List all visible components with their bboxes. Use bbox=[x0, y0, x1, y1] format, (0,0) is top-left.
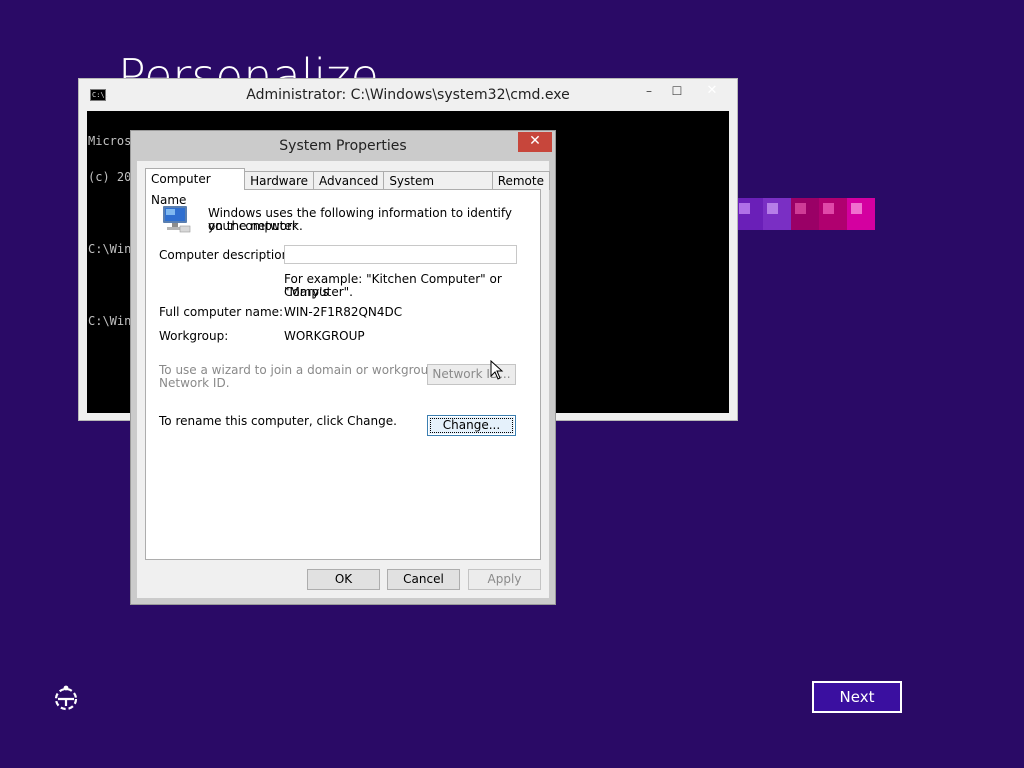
cancel-button[interactable]: Cancel bbox=[387, 569, 460, 590]
intro-text-line2: on the network. bbox=[208, 219, 303, 233]
cmd-titlebar[interactable]: C:\. Administrator: C:\Windows\system32\… bbox=[79, 79, 737, 111]
dialog-close-button[interactable]: ✕ bbox=[518, 132, 552, 152]
color-swatch[interactable] bbox=[819, 198, 847, 230]
color-swatch[interactable] bbox=[847, 198, 875, 230]
dialog-client-area: Computer Name Hardware Advanced System P… bbox=[137, 161, 550, 598]
change-button[interactable]: Change... bbox=[427, 415, 516, 436]
ease-of-access-icon[interactable] bbox=[52, 684, 80, 712]
workgroup-value: WORKGROUP bbox=[284, 329, 365, 343]
color-swatch[interactable] bbox=[735, 198, 763, 230]
apply-button[interactable]: Apply bbox=[468, 569, 541, 590]
tab-system-protection[interactable]: System Protection bbox=[383, 171, 493, 207]
tab-strip: Computer Name Hardware Advanced System P… bbox=[145, 168, 550, 207]
mouse-pointer-icon bbox=[490, 360, 504, 380]
color-swatch-strip[interactable] bbox=[735, 198, 875, 230]
computer-name-panel: Windows uses the following information t… bbox=[145, 189, 541, 560]
next-button[interactable]: Next bbox=[812, 681, 902, 713]
color-swatch[interactable] bbox=[791, 198, 819, 230]
maximize-button[interactable]: ☐ bbox=[663, 81, 691, 101]
cmd-close-button[interactable]: ✕ bbox=[689, 81, 735, 101]
description-label: Computer description: bbox=[159, 248, 294, 262]
workgroup-label: Workgroup: bbox=[159, 329, 229, 343]
network-id-text-line2: Network ID. bbox=[159, 376, 230, 390]
example-text-line2: Computer". bbox=[284, 285, 353, 299]
full-computer-name-label: Full computer name: bbox=[159, 305, 284, 319]
tab-computer-name[interactable]: Computer Name bbox=[145, 168, 246, 207]
ok-button[interactable]: OK bbox=[307, 569, 380, 590]
close-icon: ✕ bbox=[529, 133, 541, 149]
close-icon: ✕ bbox=[706, 83, 718, 98]
dialog-title: System Properties bbox=[279, 138, 407, 154]
rename-text: To rename this computer, click Change. bbox=[159, 414, 397, 428]
color-swatch[interactable] bbox=[763, 198, 791, 230]
minimize-button[interactable]: – bbox=[635, 81, 663, 101]
computer-description-input[interactable] bbox=[284, 245, 517, 264]
tab-hardware[interactable]: Hardware bbox=[244, 171, 315, 190]
tab-advanced[interactable]: Advanced bbox=[313, 171, 385, 190]
tab-remote[interactable]: Remote bbox=[491, 171, 550, 190]
full-computer-name-value: WIN-2F1R82QN4DC bbox=[284, 305, 403, 319]
